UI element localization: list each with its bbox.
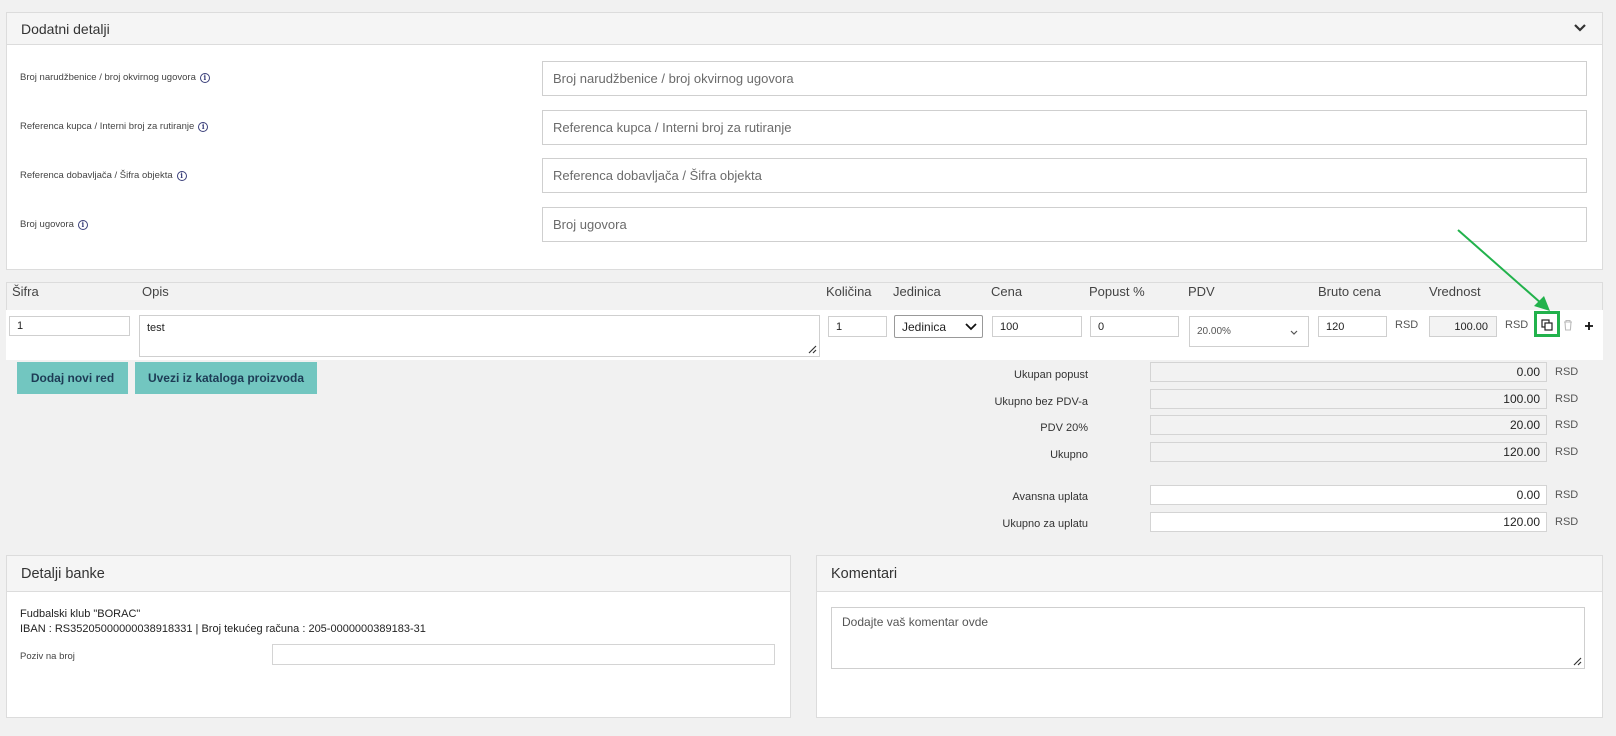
summary-label-amount-due: Ukupno za uplatu: [1002, 518, 1088, 530]
annotation-arrow: [1457, 229, 1550, 311]
contract-number-label: Broj ugovora i: [20, 219, 88, 230]
bank-iban: IBAN : RS35205000000038918331 | Broj tek…: [20, 623, 426, 635]
resize-handle-icon[interactable]: [807, 344, 817, 354]
opis-value: test: [147, 322, 165, 334]
opis-textarea[interactable]: test: [139, 315, 820, 357]
resize-handle-icon[interactable]: [1572, 656, 1582, 666]
add-row-button[interactable]: Dodaj novi red: [17, 362, 128, 394]
summary-label-total: Ukupno: [1050, 449, 1088, 461]
summary-currency: RSD: [1555, 489, 1579, 501]
pdv-select[interactable]: 20.00%: [1189, 316, 1309, 347]
col-header-sifra: Šifra: [12, 284, 39, 299]
bank-details-panel: Detalji banke: [6, 555, 791, 718]
summary-value-amount-due: 120.00: [1150, 512, 1547, 532]
customer-reference-label: Referenca kupca / Interni broj za rutira…: [20, 121, 209, 132]
summary-currency: RSD: [1555, 393, 1579, 405]
advance-payment-input[interactable]: 0.00: [1150, 485, 1547, 505]
kolicina-input[interactable]: 1: [828, 316, 887, 337]
summary-label-discount: Ukupan popust: [1014, 369, 1088, 381]
col-header-popust: Popust %: [1089, 284, 1145, 299]
bruto-input[interactable]: 120: [1318, 316, 1387, 337]
summary-value-net: 100.00: [1150, 389, 1547, 409]
order-number-label: Broj narudžbenice / broj okvirnog ugovor…: [20, 72, 210, 83]
bank-details-header: Detalji banke: [7, 556, 790, 592]
info-icon[interactable]: i: [176, 170, 187, 181]
additional-details-title: Dodatni detalji: [21, 20, 110, 37]
pdv-value: 20.00%: [1197, 326, 1231, 337]
summary-label-advance: Avansna uplata: [1012, 491, 1088, 503]
summary-value-discount: 0.00: [1150, 362, 1547, 382]
contract-number-input[interactable]: Broj ugovora: [542, 207, 1587, 242]
reference-number-input[interactable]: [272, 644, 775, 665]
jedinica-select[interactable]: Jedinica: [894, 315, 983, 338]
reference-number-label: Poziv na broj: [20, 651, 75, 662]
col-header-bruto: Bruto cena: [1318, 284, 1381, 299]
bank-account-name: Fudbalski klub "BORAC": [20, 608, 141, 620]
comment-placeholder: Dodajte vaš komentar ovde: [842, 615, 989, 629]
customer-reference-input[interactable]: Referenca kupca / Interni broj za rutira…: [542, 110, 1587, 145]
info-icon[interactable]: i: [198, 121, 209, 132]
chevron-down-icon: [965, 323, 977, 331]
bank-details-title: Detalji banke: [21, 565, 105, 582]
info-icon[interactable]: i: [199, 72, 210, 83]
summary-label-vat: PDV 20%: [1040, 422, 1088, 434]
col-header-jedinica: Jedinica: [893, 284, 941, 299]
summary-value-vat: 20.00: [1150, 415, 1547, 435]
additional-details-header[interactable]: Dodatni detalji: [7, 13, 1602, 45]
summary-currency: RSD: [1555, 366, 1579, 378]
comment-textarea[interactable]: Dodajte vaš komentar ovde: [831, 607, 1585, 669]
summary-label-net: Ukupno bez PDV-a: [994, 396, 1088, 408]
jedinica-value: Jedinica: [902, 319, 947, 334]
supplier-reference-label: Referenca dobavljača / Šifra objekta i: [20, 170, 187, 181]
summary-currency: RSD: [1555, 516, 1579, 528]
col-header-kolicina: Količina: [826, 284, 872, 299]
summary-currency: RSD: [1555, 419, 1579, 431]
import-catalog-button[interactable]: Uvezi iz kataloga proizvoda: [135, 362, 317, 394]
comments-header: Komentari: [817, 556, 1602, 592]
summary-currency: RSD: [1555, 446, 1579, 458]
supplier-reference-input[interactable]: Referenca dobavljača / Šifra objekta: [542, 158, 1587, 193]
col-header-cena: Cena: [991, 284, 1023, 299]
chevron-down-icon: [1290, 330, 1298, 335]
cena-input[interactable]: 100: [992, 316, 1082, 337]
popust-input[interactable]: 0: [1090, 316, 1179, 337]
comments-title: Komentari: [831, 565, 898, 582]
sifra-input[interactable]: 1: [9, 316, 130, 336]
order-number-input[interactable]: Broj narudžbenice / broj okvirnog ugovor…: [542, 61, 1587, 96]
chevron-down-icon[interactable]: [1572, 20, 1588, 36]
bruto-currency: RSD: [1395, 319, 1419, 331]
col-header-opis: Opis: [142, 284, 169, 299]
summary-value-total: 120.00: [1150, 442, 1547, 462]
info-icon[interactable]: i: [77, 219, 88, 230]
col-header-pdv: PDV: [1188, 284, 1215, 299]
